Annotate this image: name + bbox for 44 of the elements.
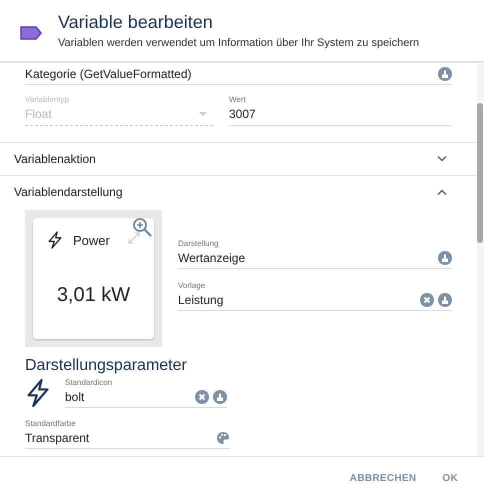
text-field[interactable]: Vorlage Leistung [178, 281, 452, 311]
field-label: Darstellung [178, 239, 220, 248]
field-value: 3007 [229, 107, 257, 121]
field-value: Float [25, 107, 53, 121]
tag-icon [20, 26, 42, 40]
pointer-icon[interactable] [438, 251, 452, 265]
section-heading: Darstellungsparameter [25, 357, 188, 375]
text-field[interactable]: Standardicon bolt [65, 378, 227, 408]
tile-value: 3,01 kW [56, 284, 132, 307]
chevron-down-icon [437, 156, 447, 162]
field-value: Kategorie (GetValueFormatted) [25, 67, 193, 81]
pointer-icon[interactable] [438, 67, 452, 81]
field-label: Wert [229, 95, 247, 104]
section-header[interactable]: Variablendarstellung [0, 175, 477, 208]
pointer-icon[interactable] [213, 390, 227, 404]
section-title: Variablenaktion [14, 152, 96, 166]
dialog-subtitle: Variablen werden verwendet um Information über Ihr System zu speichern [58, 37, 420, 49]
field-label: Variablentyp [25, 95, 70, 104]
bolt-icon [47, 231, 63, 249]
clear-icon[interactable] [195, 390, 209, 404]
dropdown-caret-icon [199, 112, 207, 116]
pointer-icon[interactable] [438, 293, 452, 307]
field-value: Transparent [25, 431, 90, 445]
field-label: Standardfarbe [25, 419, 77, 428]
field-value: Leistung [178, 293, 224, 307]
scrollbar[interactable] [477, 63, 484, 456]
palette-icon[interactable] [216, 431, 230, 445]
field-label: Standardicon [65, 378, 114, 387]
clear-icon[interactable] [420, 293, 434, 307]
tile-name: Power [73, 232, 110, 248]
text-field[interactable]: Standardfarbe Transparent [25, 419, 230, 449]
text-field[interactable]: Wert 3007 [229, 95, 452, 126]
text-field[interactable]: Darstellung Wertanzeige [178, 239, 452, 269]
field-label: Vorlage [178, 281, 206, 290]
zoom-in-icon[interactable] [132, 217, 152, 237]
chevron-up-icon [437, 189, 447, 195]
section-header[interactable]: Variablenaktion [0, 142, 477, 175]
section-title: Variablendarstellung [14, 185, 123, 199]
dialog-title: Variable bearbeiten [58, 12, 214, 33]
field-value: Wertanzeige [178, 251, 246, 265]
bolt-icon [25, 377, 51, 409]
field-value: bolt [65, 390, 86, 404]
select-field[interactable]: Kategorie (GetValueFormatted) [25, 66, 452, 85]
expand-arrows-icon [128, 232, 140, 244]
